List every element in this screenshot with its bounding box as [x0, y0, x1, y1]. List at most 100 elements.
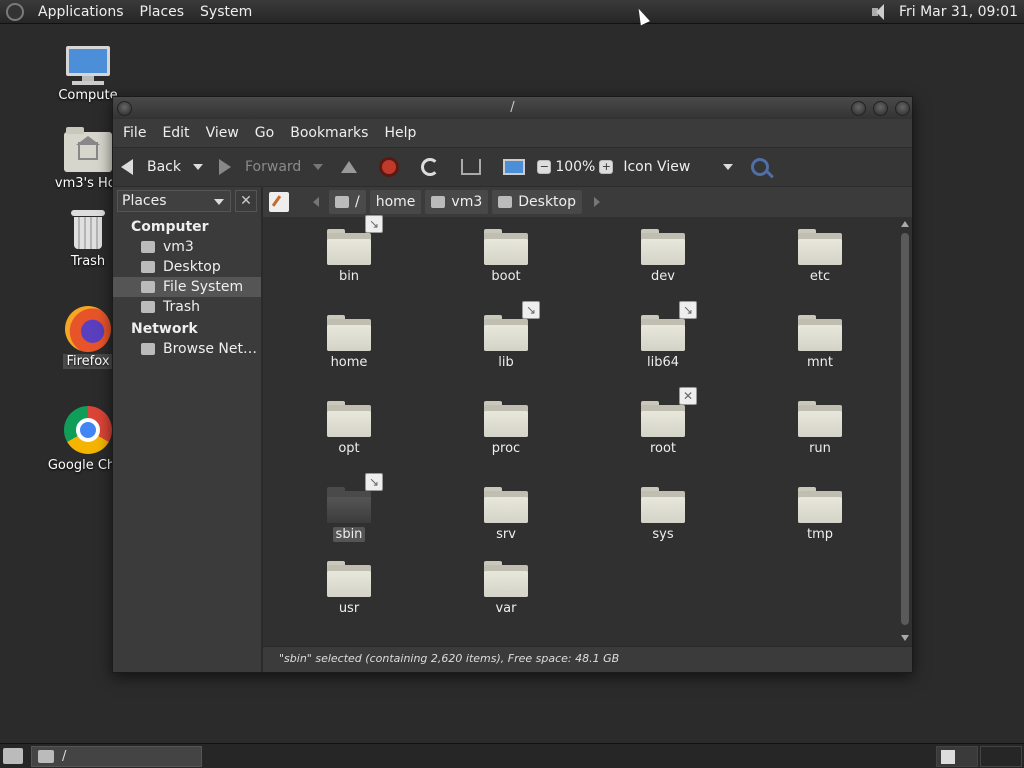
symlink-emblem-icon: ↘ [679, 301, 697, 319]
file-item[interactable]: mnt [770, 315, 870, 370]
folder-icon [484, 487, 528, 523]
file-item[interactable]: ↘ lib64 [613, 301, 713, 370]
breadcrumb-vm3[interactable]: vm3 [425, 190, 489, 214]
reload-button[interactable] [421, 158, 440, 176]
breadcrumb-label: Desktop [518, 194, 577, 210]
firefox-icon [65, 306, 111, 352]
file-name: srv [496, 527, 516, 542]
clock[interactable]: Fri Mar 31, 09:01 [891, 4, 1024, 20]
zoom-level[interactable]: 100% [555, 159, 595, 175]
file-item[interactable]: run [770, 401, 870, 456]
file-name: proc [491, 441, 521, 456]
menu-help[interactable]: Help [378, 125, 426, 141]
chrome-icon [64, 406, 112, 454]
file-name: sbin [332, 527, 366, 542]
file-item[interactable]: ↘ bin [299, 215, 399, 284]
back-history-dropdown-icon[interactable] [193, 164, 203, 170]
chevron-down-icon [214, 199, 224, 205]
folder-icon: ✕ [641, 387, 697, 437]
zoom-out-button[interactable]: − [537, 160, 552, 174]
maximize-button[interactable] [873, 101, 888, 116]
breadcrumb-home[interactable]: home [369, 190, 422, 214]
view-mode-select[interactable]: Icon View [623, 159, 734, 175]
stop-button[interactable] [379, 157, 400, 177]
file-item[interactable]: ↘ lib [456, 301, 556, 370]
folder-icon [798, 401, 842, 437]
menu-file[interactable]: File [117, 125, 156, 141]
menu-edit[interactable]: Edit [156, 125, 199, 141]
file-name: lib [498, 355, 514, 370]
sidebar-item-desktop[interactable]: Desktop [113, 257, 261, 277]
file-item[interactable]: opt [299, 401, 399, 456]
breadcrumb-root[interactable]: / [329, 190, 366, 214]
file-item[interactable]: proc [456, 401, 556, 456]
window-content: Places ✕ Computer vm3 Desktop File Syste… [113, 187, 912, 672]
file-item[interactable]: home [299, 315, 399, 370]
back-button[interactable]: Back [121, 159, 203, 175]
sidebar-item-vm3[interactable]: vm3 [113, 237, 261, 257]
file-item[interactable]: ✕ root [613, 387, 713, 456]
file-item[interactable]: var [456, 561, 556, 616]
desktop-icon-computer[interactable]: Compute [38, 46, 138, 103]
menu-bookmarks[interactable]: Bookmarks [284, 125, 378, 141]
sidebar-item-label: vm3 [163, 239, 194, 255]
file-item[interactable]: tmp [770, 487, 870, 542]
vertical-scrollbar[interactable] [900, 221, 910, 641]
show-desktop-button[interactable] [3, 748, 23, 764]
sidebar-item-file-system[interactable]: File System [113, 277, 261, 297]
taskbar-item-label: / [62, 749, 67, 764]
file-item[interactable]: etc [770, 229, 870, 284]
menu-places[interactable]: Places [132, 4, 193, 20]
drive-icon [335, 196, 349, 208]
breadcrumb-desktop[interactable]: Desktop [492, 190, 583, 214]
volume-icon[interactable] [869, 1, 891, 23]
path-scroll-right-icon[interactable] [594, 197, 601, 207]
status-bar: "sbin" selected (containing 2,620 items)… [263, 646, 912, 672]
folder-icon [484, 229, 528, 265]
computer-button[interactable] [503, 159, 526, 175]
workspace-2[interactable] [980, 746, 1022, 767]
minimize-button[interactable] [851, 101, 866, 116]
menu-system[interactable]: System [192, 4, 260, 20]
file-manager-window: / File Edit View Go Bookmarks Help Back … [112, 96, 913, 673]
file-item[interactable]: sys [613, 487, 713, 542]
search-button[interactable] [751, 158, 770, 176]
file-item[interactable]: dev [613, 229, 713, 284]
forward-button[interactable]: Forward [219, 159, 324, 175]
drive-icon [141, 281, 155, 293]
close-sidebar-button[interactable]: ✕ [235, 190, 257, 212]
close-button[interactable] [895, 101, 910, 116]
forward-history-dropdown-icon[interactable] [313, 164, 324, 170]
zoom-in-icon: + [599, 160, 614, 174]
path-scroll-left-icon[interactable] [313, 197, 319, 207]
sidebar-item-label: Browse Net… [163, 341, 258, 357]
file-name: boot [491, 269, 521, 284]
file-item[interactable]: usr [299, 561, 399, 616]
zoom-in-button[interactable]: + [599, 160, 614, 174]
sidebar-item-browse-network[interactable]: Browse Net… [113, 339, 261, 359]
edit-location-button[interactable] [269, 192, 289, 212]
sidebar-item-trash[interactable]: Trash [113, 297, 261, 317]
up-button[interactable] [341, 161, 358, 173]
window-titlebar[interactable]: / [113, 97, 912, 119]
scroll-down-icon[interactable] [901, 635, 909, 641]
menu-view[interactable]: View [200, 125, 249, 141]
folder-icon [327, 315, 371, 351]
forward-label: Forward [245, 159, 302, 175]
back-arrow-icon [121, 159, 133, 175]
file-item[interactable]: ↘ sbin [299, 473, 399, 542]
file-item[interactable]: srv [456, 487, 556, 542]
menu-go[interactable]: Go [249, 125, 284, 141]
file-item[interactable]: boot [456, 229, 556, 284]
sidebar-type-select[interactable]: Places [117, 190, 231, 212]
gnome-logo-icon[interactable] [6, 2, 24, 21]
home-button[interactable] [461, 159, 482, 175]
desktop-folder-icon [498, 196, 513, 208]
workspace-1[interactable] [936, 746, 978, 767]
desktop-icon-label: Firefox [63, 354, 113, 369]
computer-icon [503, 159, 526, 175]
taskbar-item-file-manager[interactable]: / [31, 746, 202, 767]
scroll-up-icon[interactable] [901, 221, 909, 227]
scrollbar-thumb[interactable] [901, 233, 909, 625]
menu-applications[interactable]: Applications [30, 4, 132, 20]
